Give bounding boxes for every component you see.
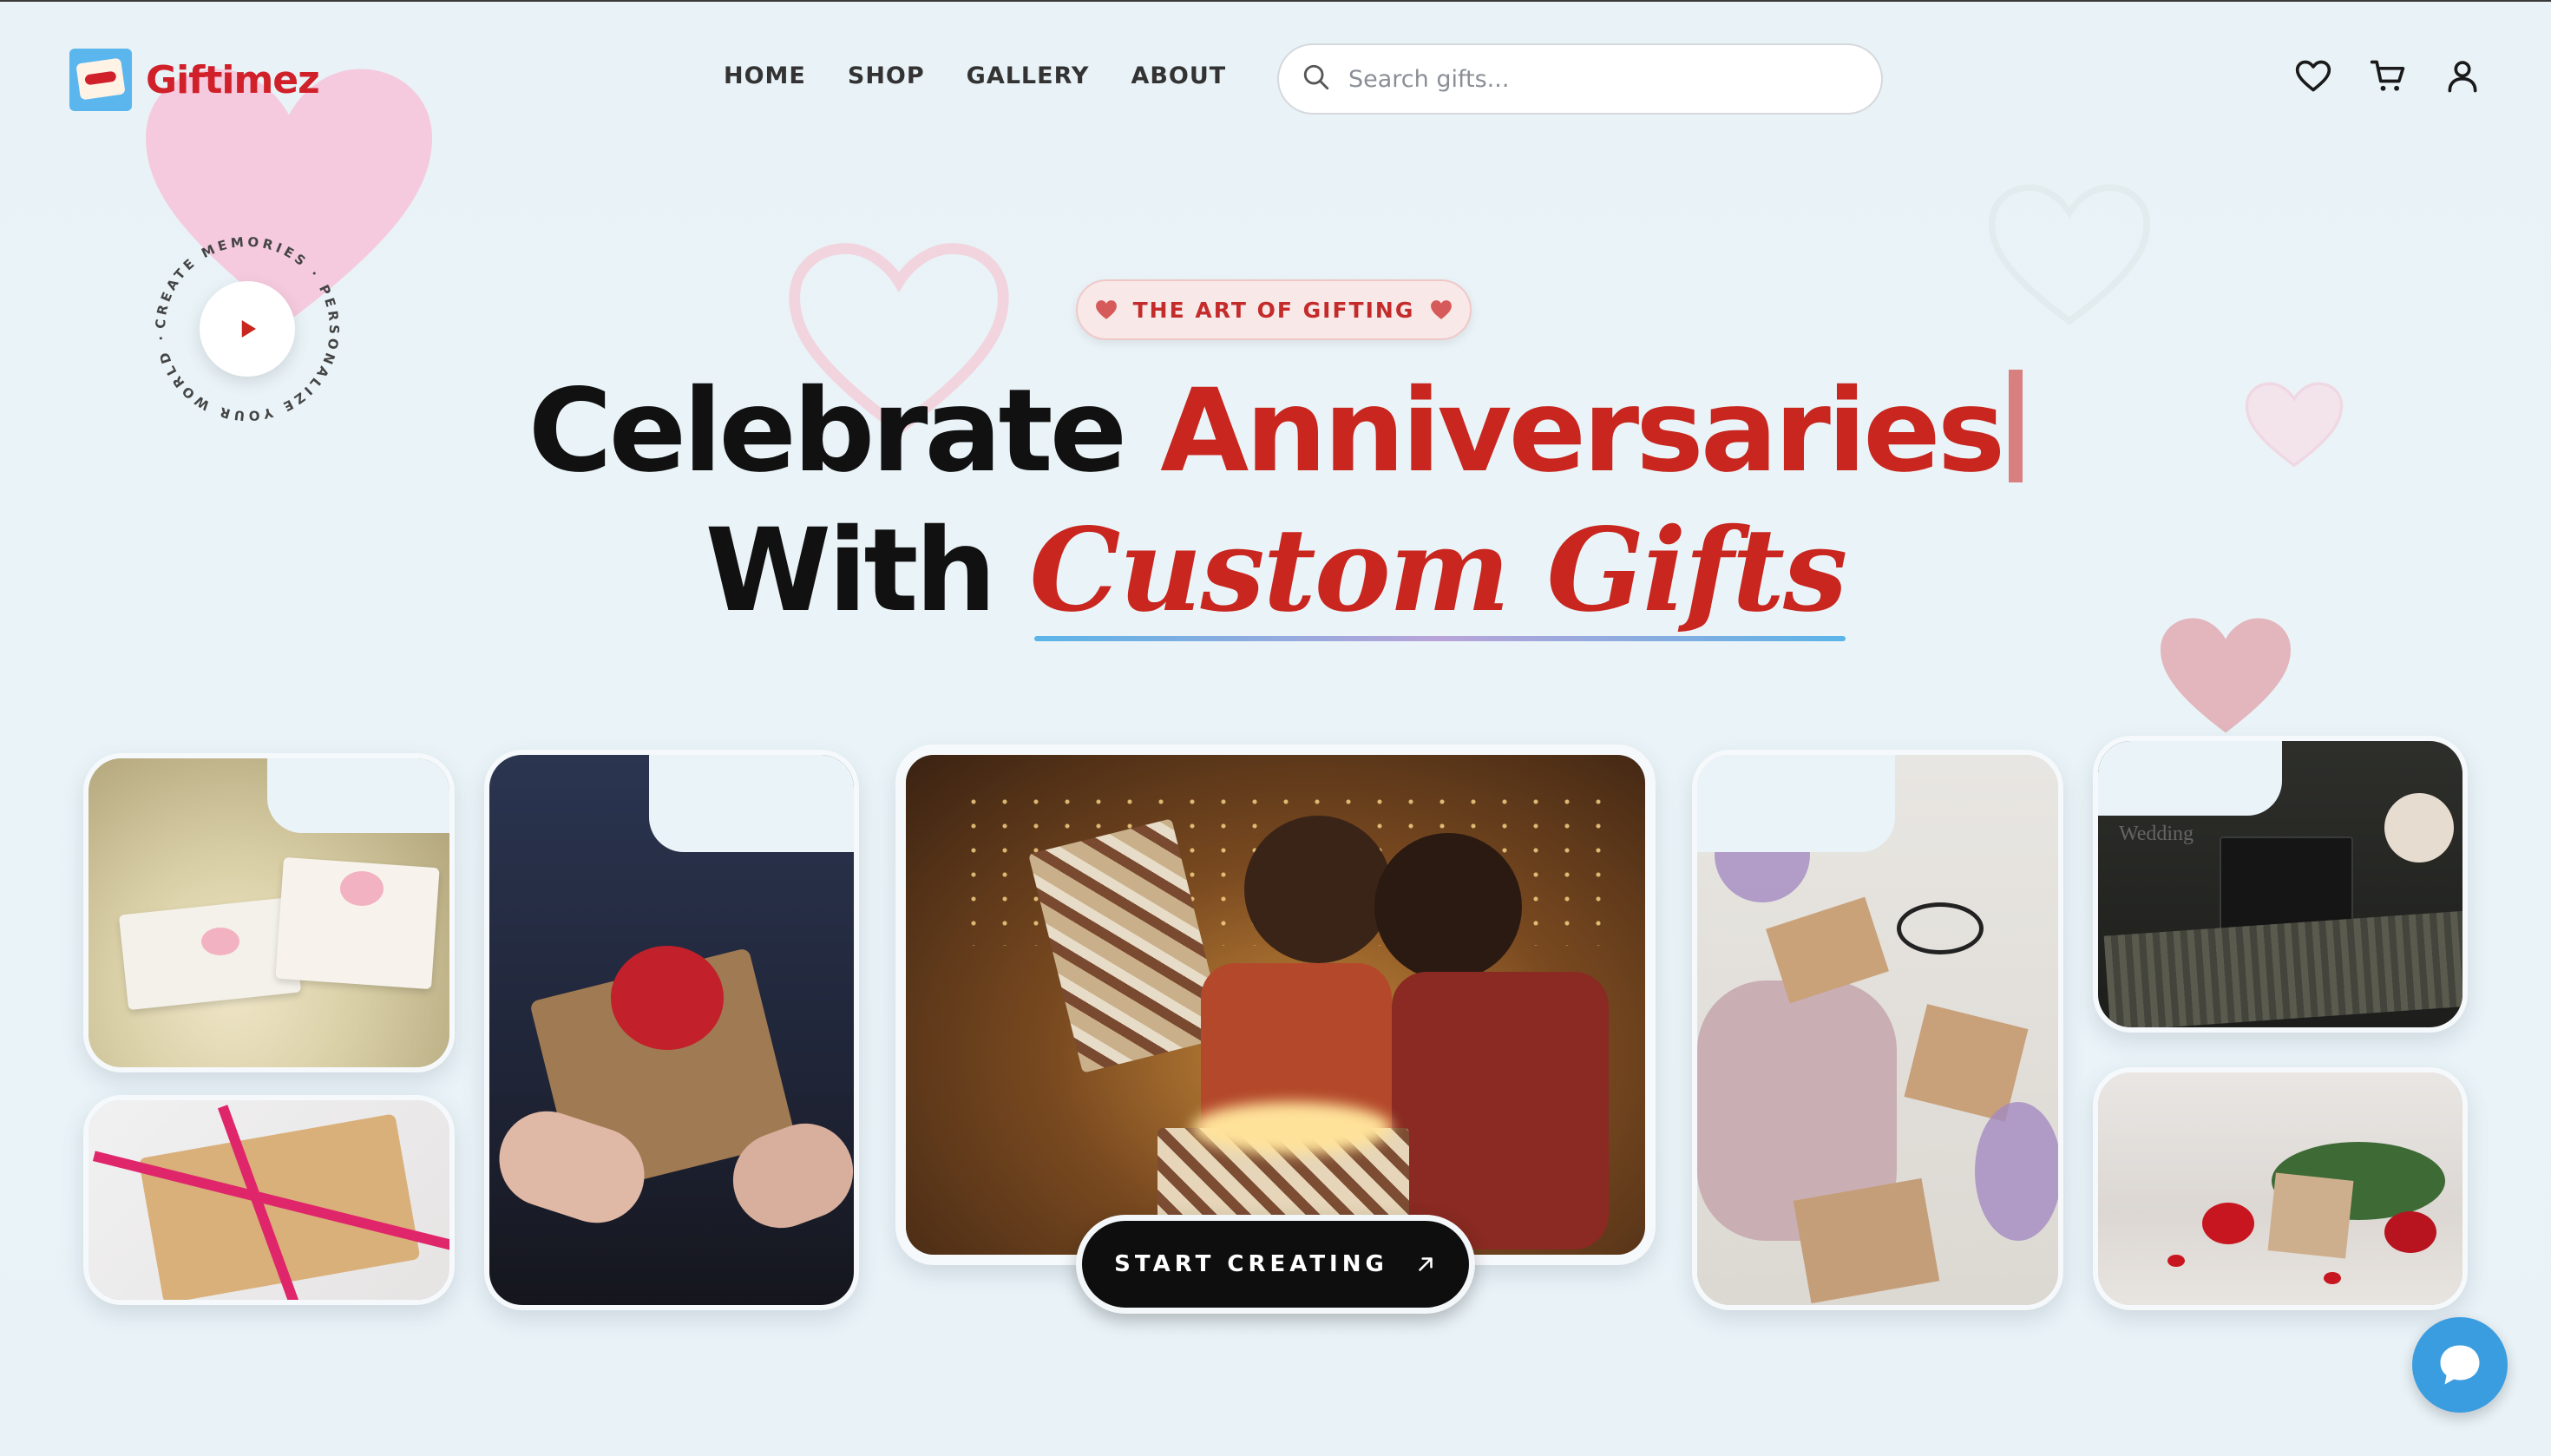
- headline-highlight: Anniversaries: [1160, 364, 2005, 498]
- card-notch: [1697, 755, 1895, 852]
- headline-prefix: Celebrate: [528, 364, 1127, 498]
- gallery-image-ribbon-gift[interactable]: [83, 1095, 455, 1305]
- gradient-underline: [1034, 636, 1846, 641]
- brand-logo[interactable]: Giftimez: [69, 49, 320, 111]
- eyebrow-pill: THE ART OF GIFTING: [1076, 279, 1472, 340]
- play-button[interactable]: [200, 281, 295, 377]
- top-border: [0, 0, 2551, 2]
- chat-icon: [2440, 1345, 2480, 1385]
- gallery-image-roses-gifts[interactable]: [83, 753, 455, 1072]
- search-icon: [1302, 62, 1331, 96]
- card-notch: [649, 755, 854, 852]
- arrow-up-right-icon: [1419, 1257, 1433, 1271]
- heart-icon: [1431, 300, 1453, 319]
- photo-scene: [2098, 1072, 2462, 1305]
- headline-with: With: [705, 504, 997, 638]
- gallery-image-red-bow[interactable]: [484, 750, 859, 1310]
- chat-button[interactable]: [2412, 1317, 2508, 1413]
- search-input[interactable]: [1347, 64, 1836, 94]
- header-icons: [2294, 57, 2482, 95]
- headline-line-2: With Custom Gifts: [0, 503, 2551, 641]
- search-bar[interactable]: [1277, 43, 1883, 115]
- cart-icon[interactable]: [2369, 57, 2407, 95]
- photo-scene: [906, 755, 1645, 1255]
- play-icon: [241, 320, 256, 338]
- gallery-image-black-boxes[interactable]: Wedding: [2093, 736, 2468, 1033]
- logo-badge-icon: [69, 49, 132, 111]
- headline-line-1: Celebrate Anniversaries: [0, 364, 2551, 498]
- nav-about[interactable]: ABOUT: [1131, 62, 1226, 89]
- typing-cursor: [2009, 370, 2023, 482]
- eyebrow-text: THE ART OF GIFTING: [1132, 297, 1415, 323]
- headline-custom-gifts: Custom Gifts: [1029, 503, 1847, 641]
- photo-overlay-text: Wedding: [2119, 823, 2194, 845]
- custom-gifts-text: Custom Gifts: [1029, 503, 1847, 638]
- gallery-image-couple[interactable]: [895, 744, 1656, 1265]
- nav-gallery[interactable]: GALLERY: [967, 62, 1090, 89]
- user-icon[interactable]: [2443, 57, 2482, 95]
- brand-name: Giftimez: [146, 57, 320, 102]
- photo-scene: [89, 1100, 449, 1300]
- gallery-image-red-roses[interactable]: [2093, 1067, 2468, 1310]
- cta-label: START CREATING: [1114, 1251, 1388, 1277]
- decor-heart-faint: [1988, 184, 2151, 325]
- card-notch: [267, 758, 449, 833]
- nav-home[interactable]: HOME: [724, 62, 806, 89]
- main-nav: HOME SHOP GALLERY ABOUT: [724, 62, 1226, 89]
- start-creating-button[interactable]: START CREATING: [1076, 1215, 1475, 1314]
- card-notch: [2098, 741, 2282, 816]
- heart-icon: [1095, 300, 1117, 319]
- nav-shop[interactable]: SHOP: [848, 62, 925, 89]
- gallery-image-lavender[interactable]: [1692, 750, 2063, 1310]
- heart-icon[interactable]: [2294, 57, 2332, 95]
